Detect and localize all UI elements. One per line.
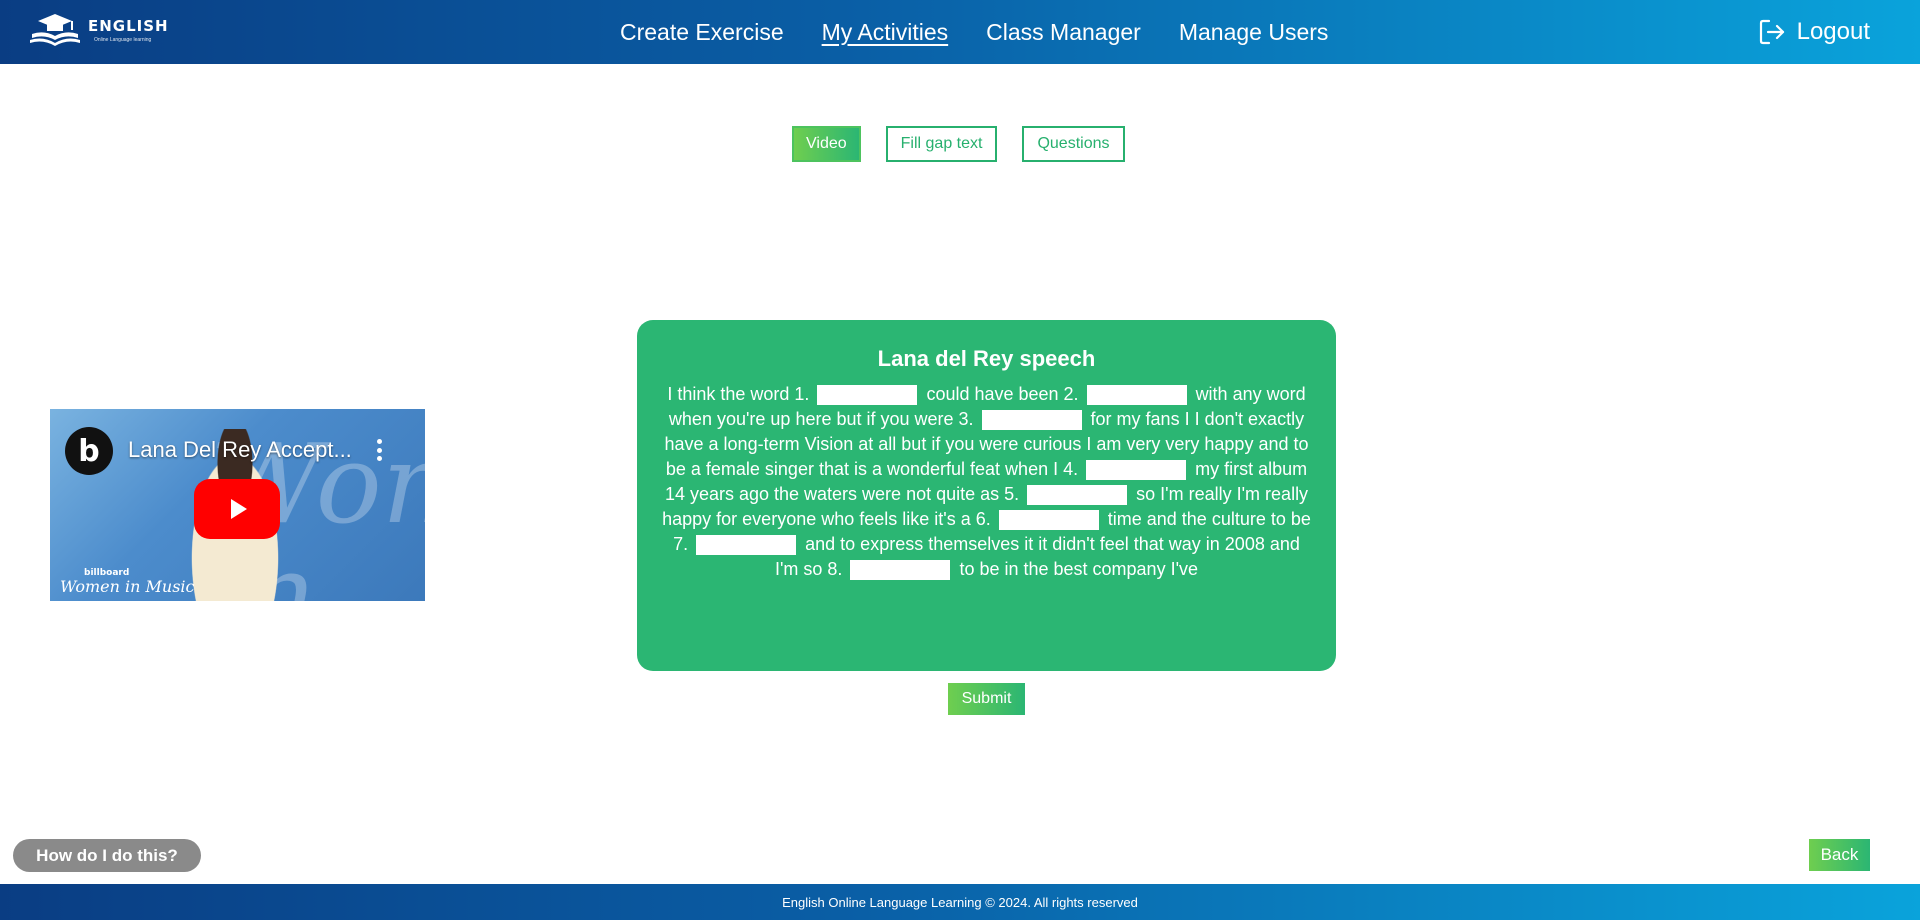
gap-input-5[interactable] (1027, 485, 1128, 506)
logo-title: ENGLISH (88, 17, 169, 35)
logo-subtitle: Online Language learning (94, 37, 152, 43)
channel-avatar[interactable]: b (65, 427, 113, 475)
gap-input-7[interactable] (696, 535, 797, 556)
video-watermark: billboard Women in Music (60, 566, 195, 596)
logout-button[interactable]: Logout (1757, 0, 1870, 64)
tab-questions[interactable]: Questions (1022, 126, 1125, 162)
exercise-title: Lana del Rey speech (877, 346, 1096, 371)
page: ENGLISH Online Language learning Create … (0, 0, 1920, 920)
help-button[interactable]: How do I do this? (13, 839, 201, 872)
gap-input-8[interactable] (850, 560, 951, 581)
youtube-video-player[interactable]: Women in Music b Lana Del Rey Accept... … (50, 409, 425, 601)
more-options-icon[interactable] (376, 439, 382, 461)
nav-manage-users[interactable]: Manage Users (1179, 19, 1329, 46)
gap-input-2[interactable] (1086, 385, 1187, 406)
gap-input-3[interactable] (981, 410, 1082, 431)
logo[interactable]: ENGLISH Online Language learning (28, 12, 169, 48)
logout-label: Logout (1796, 18, 1870, 45)
play-button[interactable] (194, 479, 280, 539)
exercise-text: I think the word 1. could have been 2. wit… (659, 382, 1314, 582)
back-button[interactable]: Back (1809, 839, 1870, 871)
logout-icon (1759, 19, 1784, 45)
watermark-text: Women in Music (60, 577, 195, 596)
nav-class-manager[interactable]: Class Manager (986, 19, 1141, 46)
gap-input-1[interactable] (817, 385, 918, 406)
submit-button[interactable]: Submit (948, 683, 1025, 715)
play-icon (231, 499, 247, 519)
gap-input-6[interactable] (998, 510, 1099, 531)
text-segment: to be in the best company I've (959, 559, 1199, 579)
top-navbar: ENGLISH Online Language learning Create … (0, 0, 1920, 64)
footer-text: English Online Language Learning © 2024.… (782, 894, 1138, 910)
nav-my-activities[interactable]: My Activities (822, 19, 949, 46)
exercise-card: Lana del Rey speech I think the word 1. c… (637, 320, 1336, 671)
activity-tabs: Video Fill gap text Questions (792, 126, 1125, 162)
video-title[interactable]: Lana Del Rey Accept... (128, 437, 352, 463)
tab-fill-gap-text[interactable]: Fill gap text (885, 126, 998, 162)
footer: English Online Language Learning © 2024.… (0, 884, 1920, 920)
gap-input-4[interactable] (1086, 460, 1187, 481)
text-segment: I think the word 1. (667, 384, 810, 404)
main-nav: Create Exercise My Activities Class Mana… (620, 0, 1328, 64)
text-segment: could have been 2. (926, 384, 1079, 404)
tab-video[interactable]: Video (792, 126, 861, 162)
graduation-book-icon (30, 14, 80, 46)
logo-text: ENGLISH Online Language learning (88, 17, 169, 43)
nav-create-exercise[interactable]: Create Exercise (620, 19, 784, 46)
